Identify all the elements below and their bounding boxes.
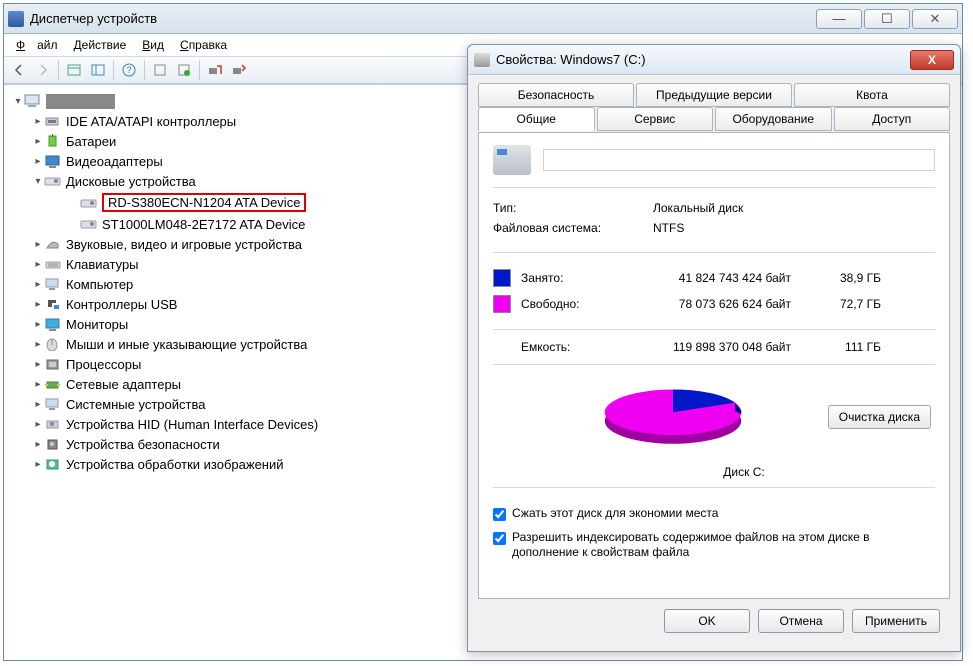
device-label: RD-S380ECN-N1204 ATA Device: [102, 193, 306, 212]
disk-cleanup-button[interactable]: Очистка диска: [828, 405, 931, 429]
properties-titlebar[interactable]: Свойства: Windows7 (C:) X: [468, 45, 960, 75]
index-label[interactable]: Разрешить индексировать содержимое файло…: [512, 530, 935, 561]
properties-close-button[interactable]: X: [910, 50, 954, 70]
type-value: Локальный диск: [653, 201, 743, 215]
category-icon: [44, 376, 62, 392]
category-icon: [44, 416, 62, 432]
free-gb: 72,7 ГБ: [811, 297, 881, 311]
device-manager-titlebar[interactable]: Диспетчер устройств — ☐ ✕: [4, 4, 962, 34]
svg-text:?: ?: [126, 65, 131, 75]
help-icon[interactable]: ?: [118, 59, 140, 81]
menu-view[interactable]: Вид: [136, 36, 170, 54]
category-icon: [44, 173, 62, 189]
properties-title: Свойства: Windows7 (C:): [496, 52, 910, 67]
toolbar-icon-1[interactable]: [63, 59, 85, 81]
disk-usage-pie-chart: [583, 379, 763, 449]
disk-icon: [80, 216, 98, 232]
category-icon: [44, 436, 62, 452]
disk-label: Диск C:: [493, 465, 935, 479]
toolbar-icon-2[interactable]: [87, 59, 109, 81]
category-icon: [44, 153, 62, 169]
category-label: Устройства безопасности: [66, 437, 220, 452]
filesystem-label: Файловая система:: [493, 221, 653, 235]
tab[interactable]: Общие: [478, 107, 595, 131]
compress-label[interactable]: Сжать этот диск для экономии места: [512, 506, 718, 522]
toolbar-icon-6[interactable]: [204, 59, 226, 81]
category-icon: [44, 113, 62, 129]
ok-button[interactable]: OK: [664, 609, 750, 633]
drive-large-icon: [493, 145, 531, 175]
category-label: Мыши и иные указывающие устройства: [66, 337, 307, 352]
compress-checkbox[interactable]: [493, 508, 506, 521]
category-icon: [44, 236, 62, 252]
back-button[interactable]: [8, 59, 30, 81]
category-label: Батареи: [66, 134, 116, 149]
used-color-swatch: [493, 269, 511, 287]
capacity-label: Емкость:: [493, 340, 631, 354]
capacity-bytes: 119 898 370 048 байт: [631, 340, 811, 354]
category-label: Компьютер: [66, 277, 133, 292]
category-label: Устройства HID (Human Interface Devices): [66, 417, 318, 432]
free-label: Свободно:: [521, 297, 631, 311]
filesystem-value: NTFS: [653, 221, 684, 235]
maximize-button[interactable]: ☐: [864, 9, 910, 29]
category-icon: [44, 336, 62, 352]
category-icon: [44, 456, 62, 472]
tab[interactable]: Оборудование: [715, 107, 832, 131]
drive-name-input[interactable]: [543, 149, 935, 171]
category-icon: [44, 276, 62, 292]
category-icon: [44, 256, 62, 272]
category-icon: [44, 396, 62, 412]
tab[interactable]: Безопасность: [478, 83, 634, 107]
menu-help[interactable]: Справка: [174, 36, 233, 54]
category-label: Дисковые устройства: [66, 174, 196, 189]
category-label: Клавиатуры: [66, 257, 139, 272]
tab-content-general: Тип: Локальный диск Файловая система: NT…: [478, 132, 950, 599]
capacity-gb: 111 ГБ: [811, 340, 881, 354]
menu-action[interactable]: Действие: [68, 36, 133, 54]
device-manager-title: Диспетчер устройств: [30, 11, 816, 26]
category-label: IDE ATA/ATAPI контроллеры: [66, 114, 236, 129]
category-icon: [44, 316, 62, 332]
toolbar-icon-7[interactable]: [228, 59, 250, 81]
apply-button[interactable]: Применить: [852, 609, 940, 633]
properties-window: Свойства: Windows7 (C:) X БезопасностьПр…: [467, 44, 961, 652]
category-label: Мониторы: [66, 317, 128, 332]
disk-icon: [80, 195, 98, 211]
free-color-swatch: [493, 295, 511, 313]
free-bytes: 78 073 626 624 байт: [631, 297, 811, 311]
device-manager-icon: [8, 11, 24, 27]
toolbar-icon-5[interactable]: [173, 59, 195, 81]
tab[interactable]: Квота: [794, 83, 950, 107]
menu-file[interactable]: ФФайлайл: [10, 36, 64, 54]
category-label: Устройства обработки изображений: [66, 457, 284, 472]
index-checkbox[interactable]: [493, 532, 506, 545]
toolbar-icon-4[interactable]: [149, 59, 171, 81]
tree-root-label: X: [46, 94, 115, 109]
drive-icon: [474, 53, 490, 67]
minimize-button[interactable]: —: [816, 9, 862, 29]
category-label: Звуковые, видео и игровые устройства: [66, 237, 302, 252]
tab[interactable]: Доступ: [834, 107, 951, 131]
type-label: Тип:: [493, 201, 653, 215]
used-bytes: 41 824 743 424 байт: [631, 271, 811, 285]
used-label: Занято:: [521, 271, 631, 285]
forward-button[interactable]: [32, 59, 54, 81]
category-label: Сетевые адаптеры: [66, 377, 181, 392]
category-label: Процессоры: [66, 357, 141, 372]
category-icon: [44, 133, 62, 149]
tab[interactable]: Предыдущие версии: [636, 83, 792, 107]
computer-icon: [24, 93, 42, 109]
cancel-button[interactable]: Отмена: [758, 609, 844, 633]
close-button[interactable]: ✕: [912, 9, 958, 29]
tab[interactable]: Сервис: [597, 107, 714, 131]
category-icon: [44, 356, 62, 372]
used-gb: 38,9 ГБ: [811, 271, 881, 285]
category-label: Системные устройства: [66, 397, 205, 412]
device-label: ST1000LM048-2E7172 ATA Device: [102, 217, 305, 232]
category-label: Видеоадаптеры: [66, 154, 163, 169]
category-label: Контроллеры USB: [66, 297, 177, 312]
category-icon: [44, 296, 62, 312]
